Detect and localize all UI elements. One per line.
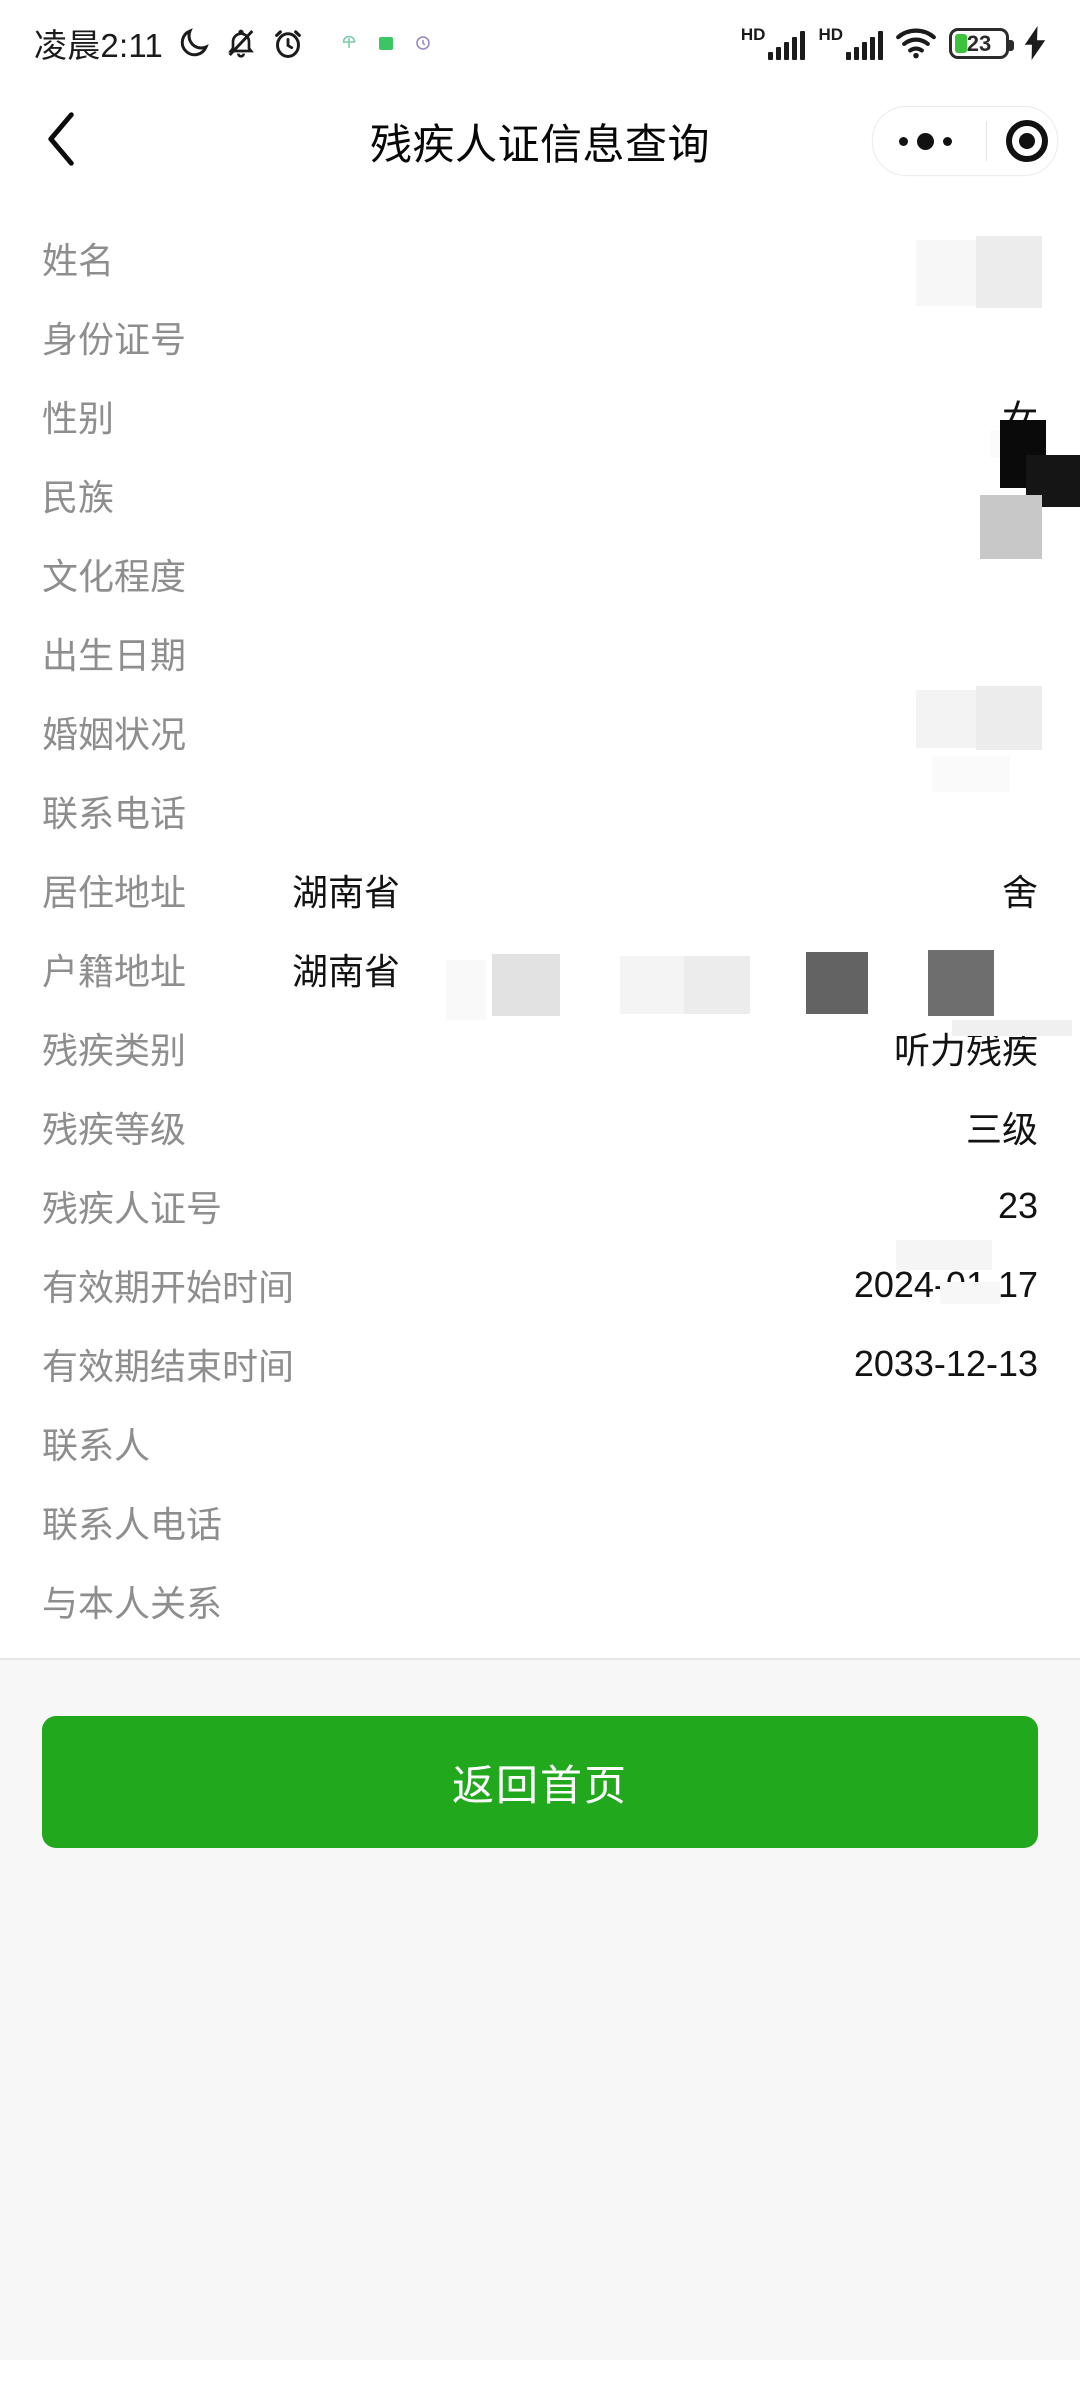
- info-rows: 姓名 身份证号 性别女民族 文化程度 出生日期 婚姻状况 联系电话 居住地址 湖南省舍户籍地址湖…: [0, 218, 1080, 1640]
- info-row-label: 残疾类别: [42, 1029, 187, 1071]
- signal-2-icon: HD: [818, 26, 883, 60]
- info-row-label: 居住地址: [42, 871, 187, 913]
- info-row: 残疾人证号 23: [0, 1166, 1080, 1245]
- chevron-left-icon: [45, 111, 79, 172]
- bell-muted-icon: [225, 27, 257, 59]
- list-divider: [0, 1658, 1080, 1660]
- charging-bolt-icon: [1022, 26, 1048, 60]
- status-mini-icons: [341, 35, 431, 51]
- info-row: 残疾等级 三级: [0, 1087, 1080, 1166]
- info-row-label: 残疾人证号: [42, 1187, 223, 1229]
- moon-icon: [177, 26, 211, 60]
- info-row-label: 有效期开始时间: [42, 1266, 295, 1308]
- info-row-label: 文化程度: [42, 555, 187, 597]
- info-row: 联系电话: [0, 771, 1080, 850]
- info-row: 身份证号: [0, 297, 1080, 376]
- info-row: 户籍地址 湖南省: [0, 929, 1080, 1008]
- info-row-label: 联系电话: [42, 792, 187, 834]
- info-row-label: 联系人: [42, 1424, 151, 1466]
- umbrella-icon: [341, 35, 357, 51]
- footer: 返回首页: [0, 1660, 1080, 2360]
- info-row: 有效期结束时间 2033-12-13: [0, 1324, 1080, 1403]
- info-row-value: 2033-12-13: [853, 1342, 1038, 1384]
- app-purple-icon: [415, 35, 431, 51]
- info-row: 民族: [0, 455, 1080, 534]
- app-green-icon: [378, 36, 393, 50]
- hd-label-1: HD: [740, 25, 766, 44]
- back-button[interactable]: [30, 109, 94, 173]
- info-row-value: 23: [997, 1184, 1038, 1226]
- more-dots-icon[interactable]: [882, 132, 968, 150]
- info-row-value: 湖南省: [292, 950, 401, 992]
- info-row: 居住地址 湖南省舍: [0, 850, 1080, 929]
- info-row-label: 身份证号: [42, 318, 187, 360]
- alarm-clock-icon: [271, 26, 305, 60]
- navigation-bar: 残疾人证信息查询: [0, 86, 1080, 196]
- return-home-label: 返回首页: [451, 1761, 628, 1809]
- info-row-label: 姓名: [42, 239, 115, 281]
- info-row: 出生日期: [0, 613, 1080, 692]
- miniprogram-capsule[interactable]: [872, 106, 1058, 176]
- info-row-label: 性别: [42, 397, 115, 439]
- info-row-value: 三级: [965, 1108, 1038, 1150]
- info-row-value: 2024-01-17: [853, 1263, 1038, 1305]
- info-row-label: 户籍地址: [42, 950, 187, 992]
- status-bar: 凌晨2:11 HD HD 23: [0, 0, 1080, 86]
- info-row: 联系人电话: [0, 1482, 1080, 1561]
- info-row: 姓名: [0, 218, 1080, 297]
- info-row-label: 有效期结束时间: [42, 1345, 295, 1387]
- target-circle-icon[interactable]: [1005, 120, 1048, 162]
- info-row-label: 联系人电话: [42, 1503, 223, 1545]
- status-bar-left: 凌晨2:11: [34, 19, 431, 67]
- wifi-icon: [896, 27, 936, 59]
- info-row: 文化程度: [0, 534, 1080, 613]
- info-row-label: 婚姻状况: [42, 713, 187, 755]
- info-row-value: 女: [1001, 397, 1038, 439]
- status-bar-right: HD HD 23: [741, 26, 1048, 60]
- info-row: 有效期开始时间 2024-01-17: [0, 1245, 1080, 1324]
- battery-icon: 23: [949, 27, 1014, 59]
- info-row-label: 残疾等级: [42, 1108, 187, 1150]
- info-row-label: 出生日期: [42, 634, 187, 676]
- info-row-value: 听力残疾: [893, 1029, 1038, 1071]
- info-row: 残疾类别 听力残疾: [0, 1008, 1080, 1087]
- status-time: 凌晨2:11: [34, 27, 163, 64]
- battery-percent-label: 23: [966, 30, 992, 56]
- info-row-value: 湖南省舍: [292, 864, 1038, 916]
- signal-1-icon: HD: [741, 26, 806, 60]
- hd-label-2: HD: [818, 25, 843, 44]
- info-row: 婚姻状况: [0, 692, 1080, 771]
- capsule-divider: [986, 121, 988, 161]
- info-row-label: 民族: [42, 476, 115, 518]
- info-list: 姓名 身份证号 性别女民族 文化程度 出生日期 婚姻状况 联系电话 居住地址 湖南省舍户籍地址湖…: [0, 196, 1080, 1660]
- info-row-label: 与本人关系: [42, 1582, 223, 1624]
- info-row: 与本人关系: [0, 1561, 1080, 1640]
- info-row: 性别 女: [0, 376, 1080, 455]
- return-home-button[interactable]: 返回首页: [42, 1716, 1038, 1848]
- info-row-value-tail: 舍: [1001, 871, 1038, 913]
- info-row: 联系人: [0, 1403, 1080, 1482]
